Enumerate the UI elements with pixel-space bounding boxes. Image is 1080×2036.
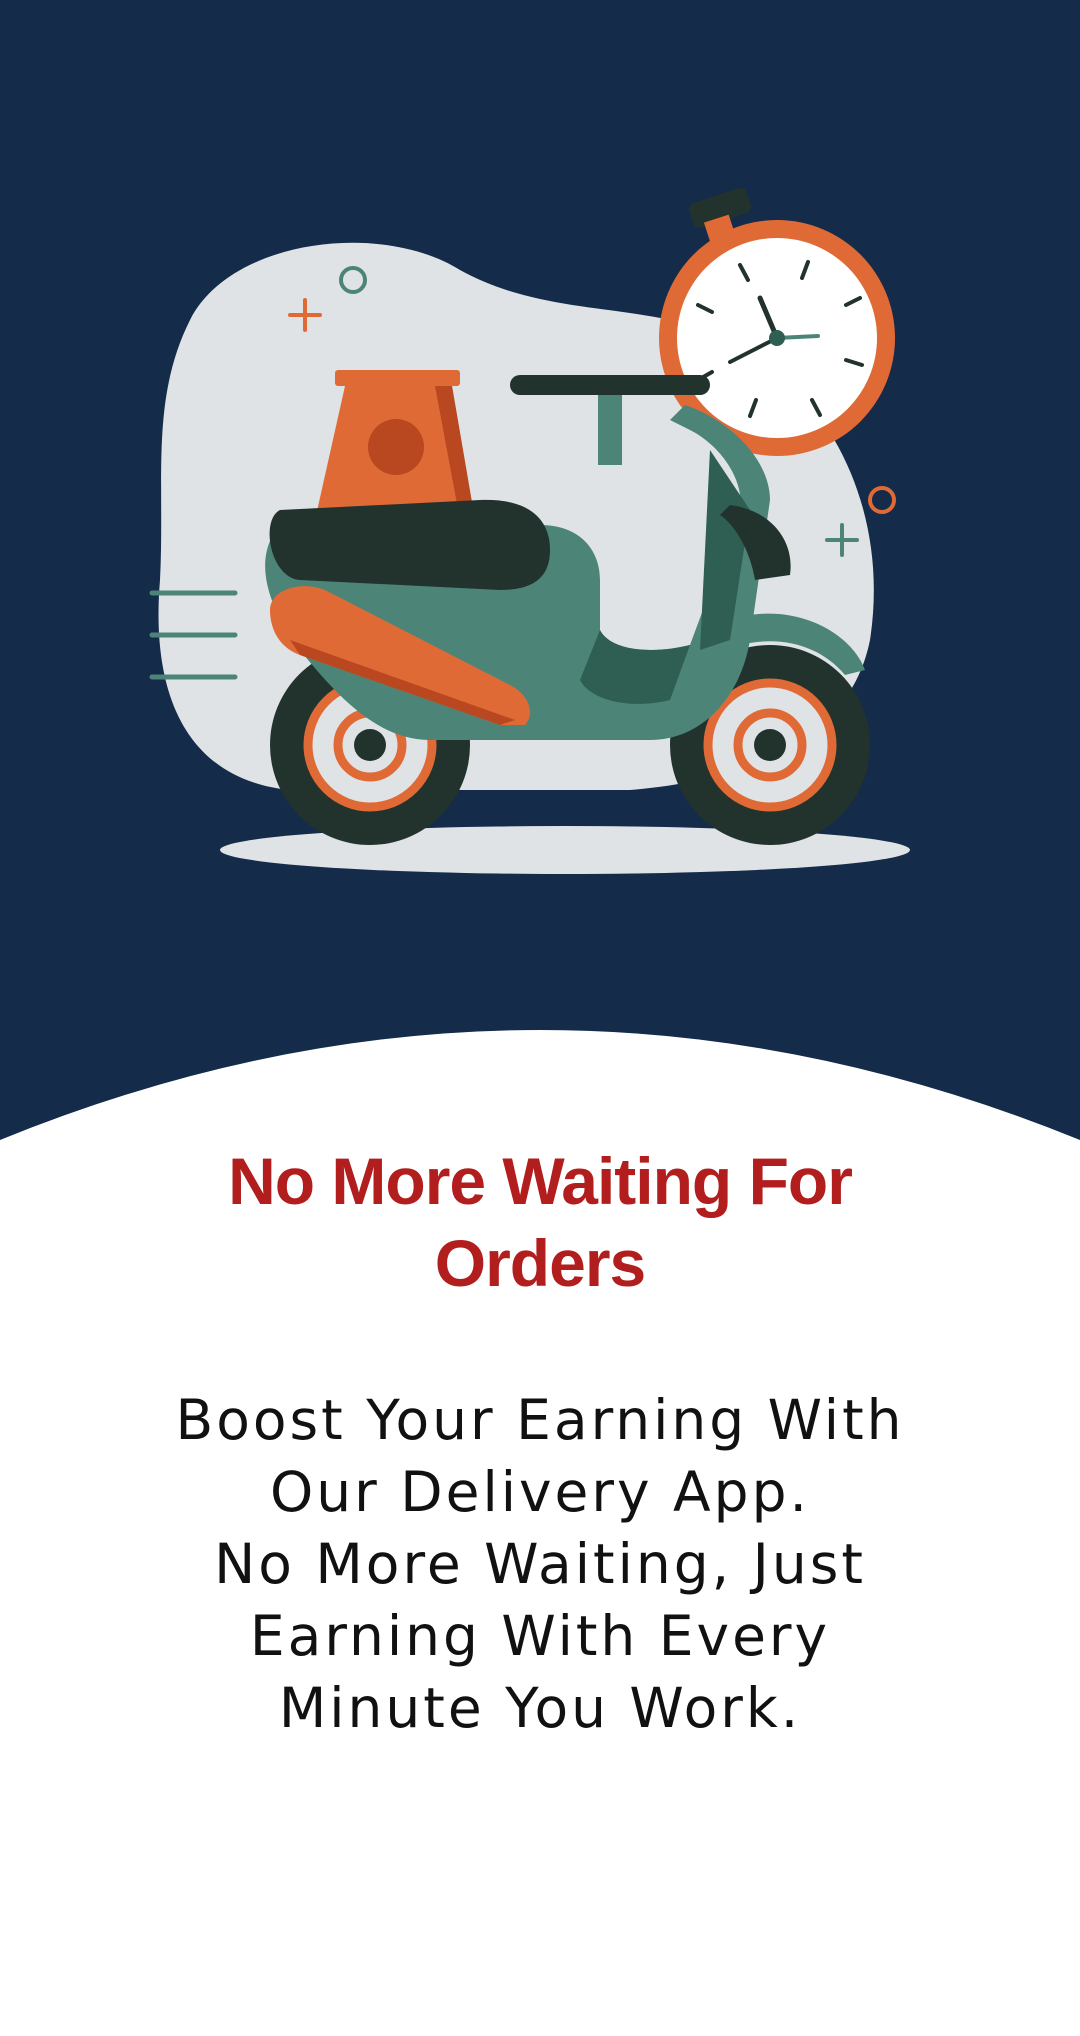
sparkle-circle-icon	[868, 486, 896, 514]
delivery-scooter-illustration	[149, 187, 910, 874]
body-text: Boost Your Earning With Our Delivery App…	[175, 1388, 905, 1740]
scooter-seat	[269, 499, 550, 590]
onboarding-screen: No More Waiting For Orders Boost Your Ea…	[0, 0, 1080, 2036]
onboarding-text: No More Waiting For Orders Boost Your Ea…	[0, 1140, 1080, 1744]
headline: No More Waiting For Orders	[228, 1144, 853, 1300]
handlebar	[510, 375, 710, 395]
